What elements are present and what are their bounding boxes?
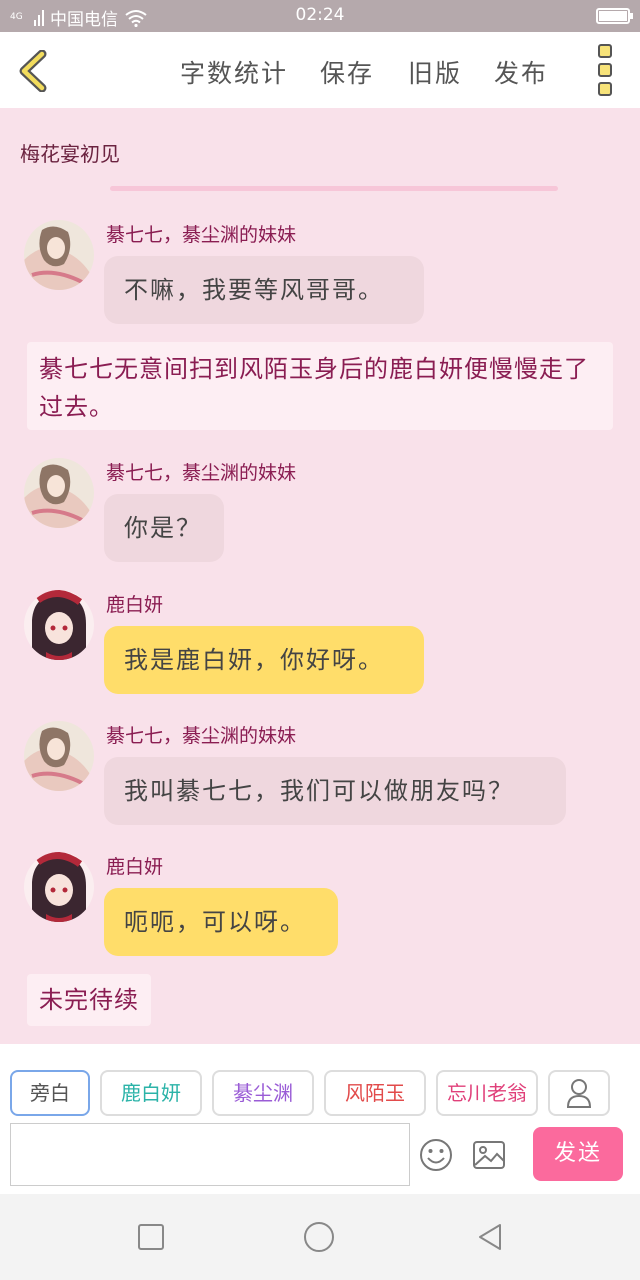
chevron-left-icon[interactable]: [14, 50, 54, 92]
avatar[interactable]: [24, 220, 94, 290]
role-label: 鹿白妍: [121, 1081, 181, 1105]
chat-bubble[interactable]: 呃呃，可以呀。: [104, 888, 338, 956]
avatar[interactable]: [24, 721, 94, 791]
narration-block[interactable]: 綦七七无意间扫到风陌玉身后的鹿白妍便慢慢走了过去。: [27, 342, 613, 430]
sender-name: 綦七七，綦尘渊的妹妹: [106, 224, 297, 246]
divider: [110, 186, 558, 191]
message-input[interactable]: [10, 1123, 410, 1186]
chat-bubble[interactable]: 不嘛，我要等风哥哥。: [104, 256, 424, 324]
smiley-icon[interactable]: [418, 1137, 454, 1173]
role-chip-fengmoyu[interactable]: 风陌玉: [324, 1070, 426, 1116]
sender-name: 綦七七，綦尘渊的妹妹: [106, 725, 297, 747]
role-chip-narrator[interactable]: 旁白: [10, 1070, 90, 1116]
role-chip-wangchuan[interactable]: 忘川老翁: [436, 1070, 538, 1116]
user-icon: [566, 1079, 592, 1108]
sender-name: 鹿白妍: [106, 856, 164, 878]
chapter-title[interactable]: 梅花宴初见: [20, 138, 120, 167]
clock: 02:24: [295, 5, 345, 25]
sender-name: 綦七七，綦尘渊的妹妹: [106, 462, 297, 484]
toolbar-links: 字数统计 保存 旧版 发布: [180, 54, 582, 90]
role-label: 风陌玉: [345, 1081, 405, 1105]
more-vertical-icon[interactable]: [598, 44, 616, 96]
word-count-link[interactable]: 字数统计: [180, 54, 320, 90]
old-version-link[interactable]: 旧版: [408, 54, 494, 90]
role-label: 忘川老翁: [447, 1081, 527, 1105]
role-selector: 旁白 鹿白妍 綦尘渊 风陌玉 忘川老翁: [10, 1070, 610, 1116]
image-icon[interactable]: [471, 1137, 507, 1173]
to-be-continued-block[interactable]: 未完待续: [27, 974, 151, 1026]
home-icon[interactable]: [303, 1221, 335, 1253]
role-chip-lubaiyan[interactable]: 鹿白妍: [100, 1070, 202, 1116]
system-navigation-bar: [0, 1194, 640, 1280]
save-link[interactable]: 保存: [320, 54, 408, 90]
back-triangle-icon[interactable]: [474, 1221, 506, 1253]
chat-content[interactable]: 梅花宴初见 綦七七，綦尘渊的妹妹 不嘛，我要等风哥哥。 綦七七无意间扫到风陌玉身…: [0, 108, 640, 1044]
role-label: 旁白: [30, 1081, 70, 1105]
publish-link[interactable]: 发布: [494, 54, 582, 90]
composer-panel: 旁白 鹿白妍 綦尘渊 风陌玉 忘川老翁 发送: [0, 1044, 640, 1194]
recent-apps-icon[interactable]: [135, 1221, 167, 1253]
sender-name: 鹿白妍: [106, 594, 164, 616]
chat-bubble[interactable]: 我叫綦七七，我们可以做朋友吗？: [104, 757, 566, 825]
chat-bubble[interactable]: 你是？: [104, 494, 224, 562]
battery-icon: [596, 8, 633, 24]
top-toolbar: 字数统计 保存 旧版 发布: [0, 32, 640, 108]
send-button[interactable]: 发送: [533, 1127, 623, 1181]
role-label: 綦尘渊: [233, 1081, 293, 1105]
avatar[interactable]: [24, 852, 94, 922]
status-bar: 4G 中国电信 02:24: [0, 0, 640, 32]
avatar[interactable]: [24, 590, 94, 660]
chat-bubble[interactable]: 我是鹿白妍，你好呀。: [104, 626, 424, 694]
role-chip-qichenyuan[interactable]: 綦尘渊: [212, 1070, 314, 1116]
avatar[interactable]: [24, 458, 94, 528]
add-role-button[interactable]: [548, 1070, 610, 1116]
